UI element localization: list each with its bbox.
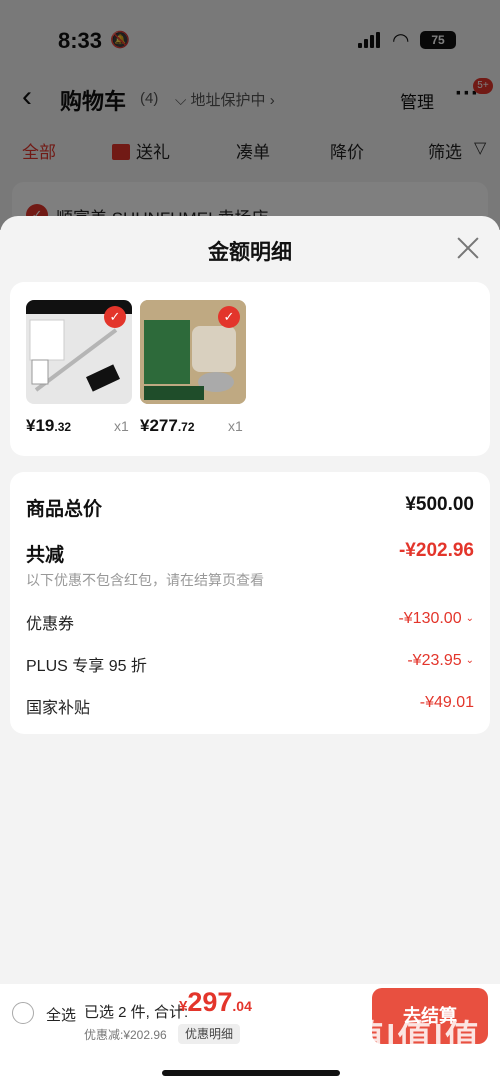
watermark-url: zhizhizhi.com [378,1060,457,1075]
plus-label: PLUS 专享 95 折 [26,658,147,675]
price-int: ¥19 [26,416,55,435]
coupon-label: 优惠券 [26,616,75,633]
product-check-icon[interactable]: ✓ [218,306,240,328]
product-qty: x1 [228,418,243,434]
coupon-value[interactable]: -¥130.00 ⌄ [398,610,474,628]
goods-total-value: ¥500.00 [405,494,474,515]
total-price: ¥297.04 [179,987,252,1018]
amount-detail-sheet: 金额明细 ✓ ¥19.32 x1 ✓ ¥277.72 x1 商品总价 ¥500.… [0,216,500,1087]
discount-note: 以下优惠不包含红包，请在结算页查看 [26,572,264,588]
sheet-title: 金额明细 [208,241,292,264]
select-all-radio[interactable] [12,1002,34,1024]
subsidy-label: 国家补贴 [26,700,91,717]
select-all-label[interactable]: 全选 [46,1004,76,1025]
selected-products-card: ✓ ¥19.32 x1 ✓ ¥277.72 x1 [10,282,490,456]
plus-value[interactable]: -¥23.95 ⌄ [407,652,474,670]
subsidy-value: -¥49.01 [419,694,474,711]
home-indicator[interactable] [162,1070,340,1076]
coupon-amount: -¥130.00 [398,610,462,627]
plus-amount: -¥23.95 [407,652,462,669]
selected-summary: 已选 2 件, 合计: [84,1004,189,1021]
reduce-value: -¥202.96 [398,540,474,561]
total-int: 297 [187,987,233,1017]
chevron-down-icon: ⌄ [465,655,474,666]
modal-overlay[interactable] [0,0,500,230]
product-item[interactable]: ✓ ¥277.72 x1 [140,300,246,435]
discount-summary: 优惠减:¥202.96 [84,1028,167,1042]
discount-detail-button[interactable]: 优惠明细 [178,1024,240,1044]
product-thumbnail: ✓ [140,300,246,404]
reduce-label: 共减 [26,545,65,566]
goods-total-label: 商品总价 [26,499,103,520]
product-price: ¥19.32 [26,416,71,436]
product-qty: x1 [114,418,129,434]
watermark-logo: 值|值|值 [350,1019,482,1057]
price-dec: .32 [54,420,72,434]
product-thumbnail: ✓ [26,300,132,404]
product-check-icon[interactable]: ✓ [104,306,126,328]
amount-details-card: 商品总价 ¥500.00 共减 -¥202.96 以下优惠不包含红包，请在结算页… [10,472,490,734]
price-dec: .72 [177,420,195,434]
product-price: ¥277.72 [140,416,195,436]
chevron-down-icon: ⌄ [465,613,474,624]
close-icon[interactable] [454,234,482,262]
price-int: ¥277 [140,416,178,435]
product-item[interactable]: ✓ ¥19.32 x1 [26,300,132,435]
total-dec: .04 [232,998,252,1014]
